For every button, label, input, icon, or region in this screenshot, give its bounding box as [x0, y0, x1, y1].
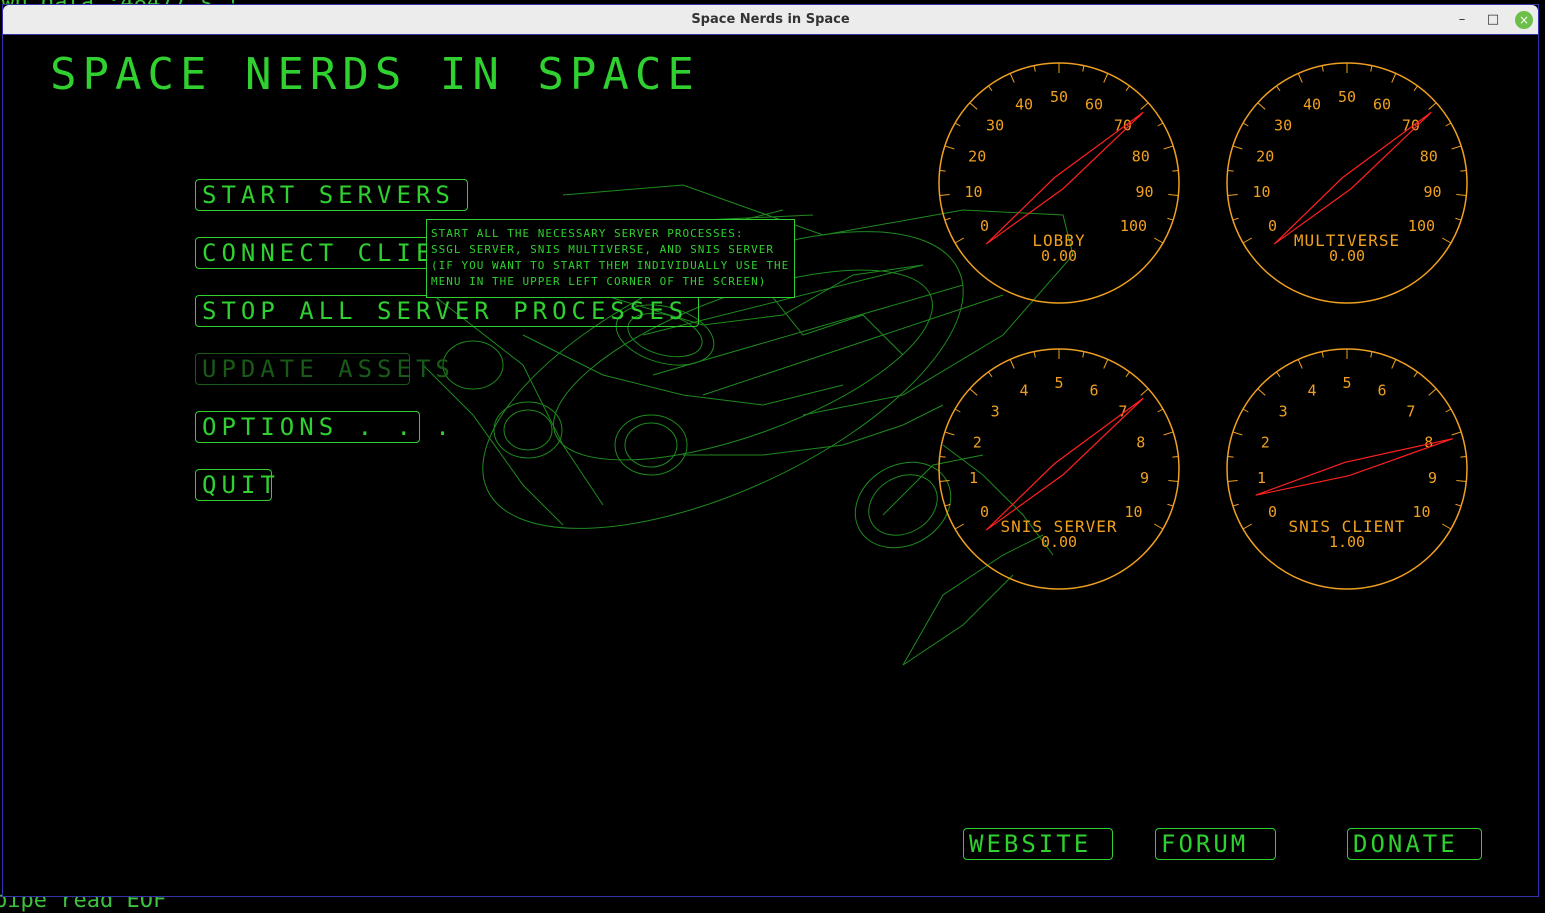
quit-button[interactable]: QUIT	[195, 469, 275, 501]
stop-all-server-processes-button[interactable]: STOP ALL SERVER PROCESSES	[195, 295, 699, 327]
maximize-button[interactable]: □	[1484, 11, 1502, 29]
window-titlebar[interactable]: Space Nerds in Space – □ ×	[3, 5, 1538, 35]
start-servers-button[interactable]: START SERVERS	[195, 179, 468, 211]
forum-button[interactable]: FORUM	[1155, 828, 1276, 860]
options-button[interactable]: OPTIONS . . .	[195, 411, 450, 443]
start-servers-tooltip: START ALL THE NECESSARY SERVER PROCESSES…	[426, 219, 795, 298]
tooltip-line: (IF YOU WANT TO START THEM INDIVIDUALLY …	[431, 259, 790, 272]
website-button[interactable]: WEBSITE	[963, 828, 1113, 860]
connect-client-button[interactable]: CONNECT CLIENT	[195, 237, 469, 269]
window-title: Space Nerds in Space	[691, 12, 850, 27]
game-title: SPACE NERDS IN SPACE	[50, 49, 700, 100]
app-window: Space Nerds in Space – □ × SPACE NERDS I…	[2, 4, 1539, 897]
tooltip-line: START ALL THE NECESSARY SERVER PROCESSES…	[431, 227, 744, 240]
minimize-button[interactable]: –	[1453, 11, 1471, 29]
donate-button[interactable]: DONATE	[1347, 828, 1482, 860]
game-canvas: SPACE NERDS IN SPACE START SERVERS CONNE…	[3, 35, 1538, 896]
ship-wireframe	[422, 184, 1074, 666]
tooltip-line: MENU IN THE UPPER LEFT CORNER OF THE SCR…	[431, 275, 767, 288]
update-assets-button: UPDATE ASSETS	[195, 353, 450, 385]
close-button[interactable]: ×	[1515, 11, 1533, 29]
tooltip-line: SSGL SERVER, SNIS MULTIVERSE, AND SNIS S…	[431, 243, 775, 256]
